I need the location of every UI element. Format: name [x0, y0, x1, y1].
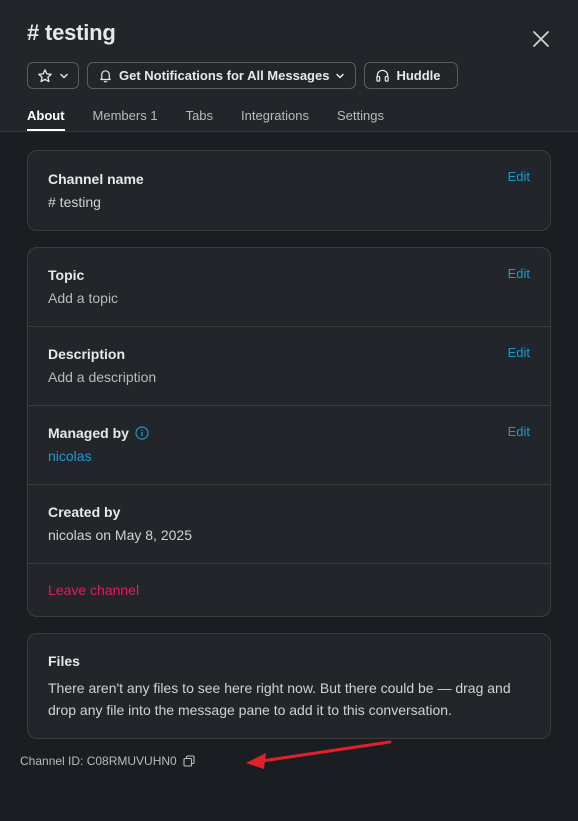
star-dropdown-button[interactable]: [27, 62, 79, 89]
managed-by-title: Managed by: [48, 425, 129, 441]
leave-section: Leave channel: [28, 564, 550, 616]
channel-name-section[interactable]: Channel name # testing Edit: [28, 151, 550, 230]
created-by-section: Created by nicolas on May 8, 2025: [28, 485, 550, 564]
channel-details-dialog: # testing Get Notifications for All Mess…: [0, 0, 578, 821]
files-card: Files There aren't any files to see here…: [27, 633, 551, 739]
topic-title: Topic: [48, 267, 85, 283]
description-edit-link[interactable]: Edit: [508, 345, 530, 360]
bell-icon: [100, 70, 111, 83]
managed-by-user-link[interactable]: nicolas: [48, 445, 530, 467]
created-by-value: nicolas on May 8, 2025: [48, 527, 192, 543]
tab-about[interactable]: About: [27, 108, 65, 131]
details-card: Topic Add a topic Edit Description Add a…: [27, 247, 551, 617]
tab-bar: About Members 1 Tabs Integrations Settin…: [27, 108, 384, 131]
created-by-title: Created by: [48, 504, 121, 520]
files-title: Files: [48, 653, 80, 669]
tab-tabs[interactable]: Tabs: [186, 108, 213, 129]
description-value: Add a description: [48, 369, 157, 385]
channel-id-row: Channel ID: C08RMUVUHN0: [20, 754, 195, 768]
about-panel: Channel name # testing Edit Topic Add a …: [27, 150, 551, 739]
files-empty-text: There aren't any files to see here right…: [48, 680, 511, 718]
channel-name-edit-link[interactable]: Edit: [508, 169, 530, 184]
notifications-button[interactable]: Get Notifications for All Messages: [87, 62, 357, 89]
info-icon[interactable]: [135, 426, 149, 440]
tab-settings[interactable]: Settings: [337, 108, 384, 129]
managed-by-edit-link[interactable]: Edit: [508, 424, 530, 439]
channel-title: # testing: [27, 20, 116, 45]
channel-name-card: Channel name # testing Edit: [27, 150, 551, 231]
headphones-icon: [376, 69, 390, 82]
topic-section[interactable]: Topic Add a topic Edit: [28, 248, 550, 327]
close-icon: [533, 31, 549, 47]
header-actions: Get Notifications for All Messages Huddl…: [27, 62, 458, 89]
managed-by-section: Managed by nicolas Edit: [28, 406, 550, 485]
chevron-down-icon: [60, 73, 68, 78]
topic-value: Add a topic: [48, 290, 119, 306]
channel-name-value: # testing: [48, 194, 101, 210]
tab-members[interactable]: Members 1: [93, 108, 158, 129]
notifications-label: Get Notifications for All Messages: [119, 68, 330, 83]
description-title: Description: [48, 346, 126, 362]
close-button[interactable]: [530, 28, 552, 50]
tab-integrations[interactable]: Integrations: [241, 108, 309, 129]
managed-by-heading: Managed by: [48, 425, 530, 441]
chevron-down-icon: [336, 73, 345, 78]
files-section: Files There aren't any files to see here…: [28, 634, 550, 738]
dialog-header: # testing Get Notifications for All Mess…: [0, 0, 578, 132]
channel-name-title: Channel name: [48, 171, 144, 187]
huddle-button[interactable]: Huddle: [364, 62, 458, 89]
topic-edit-link[interactable]: Edit: [508, 266, 530, 281]
huddle-label: Huddle: [396, 68, 441, 83]
copy-icon[interactable]: [183, 755, 195, 767]
channel-id-label: Channel ID: C08RMUVUHN0: [20, 754, 177, 768]
star-icon: [38, 68, 52, 82]
annotation-arrow-icon: [246, 740, 392, 769]
leave-channel-button[interactable]: Leave channel: [48, 582, 530, 598]
description-section[interactable]: Description Add a description Edit: [28, 327, 550, 406]
